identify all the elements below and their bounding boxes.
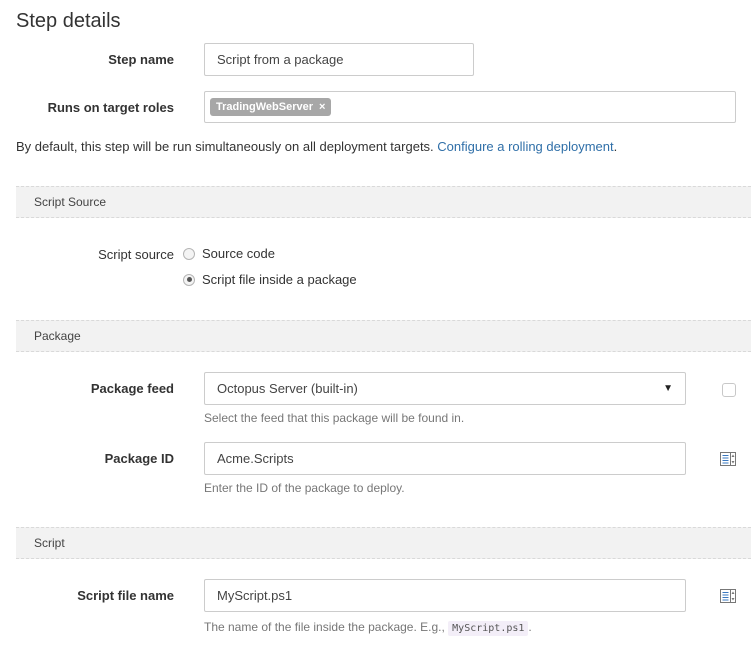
script-file-name-input[interactable]: MyScript.ps1: [204, 579, 686, 612]
radio-source-code[interactable]: Source code: [183, 246, 275, 261]
step-name-value: Script from a package: [217, 52, 344, 67]
page-title: Step details: [16, 10, 121, 32]
package-feed-label: Package feed: [90, 381, 174, 396]
help-suffix: .: [528, 620, 532, 634]
package-feed-value: Octopus Server (built-in): [217, 381, 358, 396]
script-file-name-help: The name of the file inside the package.…: [204, 620, 532, 636]
script-file-name-value: MyScript.ps1: [217, 588, 293, 603]
variable-binding-icon[interactable]: [720, 589, 736, 608]
radio-script-file-in-package[interactable]: Script file inside a package: [183, 272, 357, 287]
remove-role-icon[interactable]: ×: [319, 101, 325, 113]
configure-rolling-deployment-link[interactable]: Configure a rolling deployment: [437, 139, 613, 154]
section-header-script-source: Script Source: [16, 186, 751, 218]
section-header-script: Script: [16, 527, 751, 559]
info-text: By default, this step will be run simult…: [16, 139, 438, 154]
package-id-help: Enter the ID of the package to deploy.: [204, 481, 405, 495]
variable-binding-icon[interactable]: [720, 452, 736, 471]
target-roles-label: Runs on target roles: [47, 100, 174, 115]
package-feed-select[interactable]: Octopus Server (built-in) ▼: [204, 372, 686, 405]
package-id-value: Acme.Scripts: [217, 451, 294, 466]
radio-label: Script file inside a package: [202, 272, 357, 287]
step-name-label: Step name: [108, 52, 174, 67]
target-roles-input[interactable]: TradingWebServer ×: [204, 91, 736, 123]
bind-feed-checkbox[interactable]: [722, 383, 736, 397]
example-code: MyScript.ps1: [448, 621, 529, 636]
radio-selected-icon[interactable]: [183, 273, 195, 286]
radio-label: Source code: [202, 246, 275, 261]
package-id-input[interactable]: Acme.Scripts: [204, 442, 686, 475]
radio-unselected-icon[interactable]: [183, 247, 195, 260]
dropdown-caret-icon: ▼: [663, 383, 673, 394]
role-chip: TradingWebServer ×: [210, 98, 332, 116]
script-source-label: Script source: [0, 247, 174, 262]
script-file-name-label: Script file name: [77, 588, 174, 603]
section-title: Package: [34, 329, 81, 343]
script-source-label-text: Script source: [98, 247, 174, 262]
package-feed-help: Select the feed that this package will b…: [204, 411, 465, 425]
role-chip-label: TradingWebServer: [216, 101, 313, 113]
rolling-deployment-info: By default, this step will be run simult…: [16, 139, 617, 154]
section-title: Script: [34, 536, 65, 550]
help-prefix: The name of the file inside the package.…: [204, 620, 449, 634]
section-title: Script Source: [34, 195, 107, 209]
section-header-package: Package: [16, 320, 751, 352]
info-suffix: .: [613, 139, 618, 154]
step-name-input[interactable]: Script from a package: [204, 43, 474, 76]
package-id-label: Package ID: [104, 451, 174, 466]
